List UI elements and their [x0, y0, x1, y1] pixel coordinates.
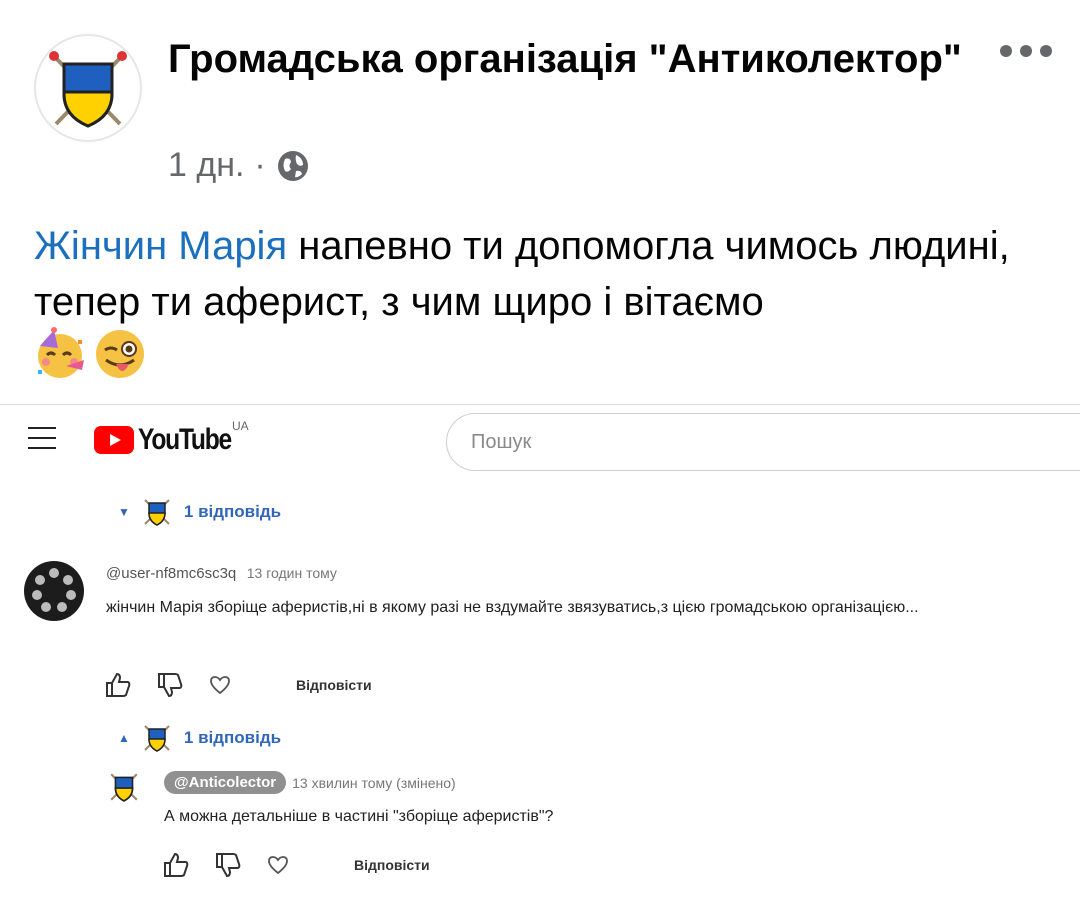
emoji-row: [32, 326, 148, 382]
globe-icon[interactable]: [276, 149, 310, 183]
replies-count-top: 1 відповідь: [183, 502, 282, 521]
search-placeholder: Пошук: [471, 430, 532, 453]
reply-time[interactable]: 13 хвилин тому (змінено): [292, 775, 456, 791]
heart-icon[interactable]: [266, 853, 290, 877]
chevron-up-icon: ▲: [118, 731, 130, 745]
channel-avatar-icon: [144, 725, 170, 752]
reply-button[interactable]: Відповісти: [296, 677, 372, 693]
youtube-play-icon: [94, 426, 134, 454]
like-icon[interactable]: [162, 851, 190, 879]
reply-author-chip[interactable]: @Anticolector: [164, 771, 287, 794]
region-code: UA: [232, 419, 249, 433]
winking-face-with-tongue-icon: [96, 330, 144, 378]
menu-icon[interactable]: [28, 427, 56, 449]
comment-text: жінчин Марія зборіще аферистів,ні в яком…: [106, 599, 919, 616]
replies-toggle-top[interactable]: ▼ 1 відповідь: [118, 497, 281, 527]
page-name[interactable]: Громадська організація "Антиколектор": [168, 36, 968, 82]
mention-link[interactable]: Жінчин Марія: [34, 224, 287, 268]
youtube-screenshot: YouTube UA Пошук ▼ 1 відповідь @user-nf8…: [0, 404, 1080, 905]
comment-actions: Відповісти: [104, 671, 372, 699]
post-meta: 1 дн. ·: [168, 146, 310, 185]
dislike-icon[interactable]: [156, 671, 184, 699]
youtube-wordmark: YouTube: [138, 423, 232, 456]
heart-icon[interactable]: [208, 673, 232, 697]
page-avatar[interactable]: [34, 34, 142, 142]
youtube-logo[interactable]: YouTube: [94, 423, 251, 457]
reply-actions: Відповісти: [162, 851, 430, 879]
replies-toggle-bottom[interactable]: ▲ 1 відповідь: [118, 723, 281, 753]
comment-header: @user-nf8mc6sc3q 13 годин тому: [106, 565, 337, 583]
shield-logo-icon: [49, 51, 127, 128]
chevron-down-icon: ▼: [118, 505, 130, 519]
post-body: Жінчин Марія напевно ти допомогла чимось…: [34, 218, 1044, 330]
partying-face-icon: [38, 327, 84, 378]
replies-count-bottom: 1 відповідь: [183, 728, 282, 747]
comment-time[interactable]: 13 годин тому: [247, 565, 337, 581]
channel-avatar-icon: [144, 499, 170, 526]
comment-author[interactable]: @user-nf8mc6sc3q: [106, 565, 236, 582]
reply-text: А можна детальніше в частині "зборіще аф…: [164, 808, 554, 825]
reply-header: @Anticolector 13 хвилин тому (змінено): [164, 771, 456, 794]
post-time[interactable]: 1 дн.: [168, 146, 244, 185]
search-input[interactable]: Пошук: [446, 413, 1080, 471]
like-icon[interactable]: [104, 671, 132, 699]
reply-author-avatar[interactable]: [108, 771, 140, 803]
meta-separator: ·: [254, 146, 266, 184]
reply-button[interactable]: Відповісти: [354, 857, 430, 873]
dislike-icon[interactable]: [214, 851, 242, 879]
user-avatar[interactable]: [24, 561, 84, 621]
more-options-icon[interactable]: [1000, 36, 1052, 66]
